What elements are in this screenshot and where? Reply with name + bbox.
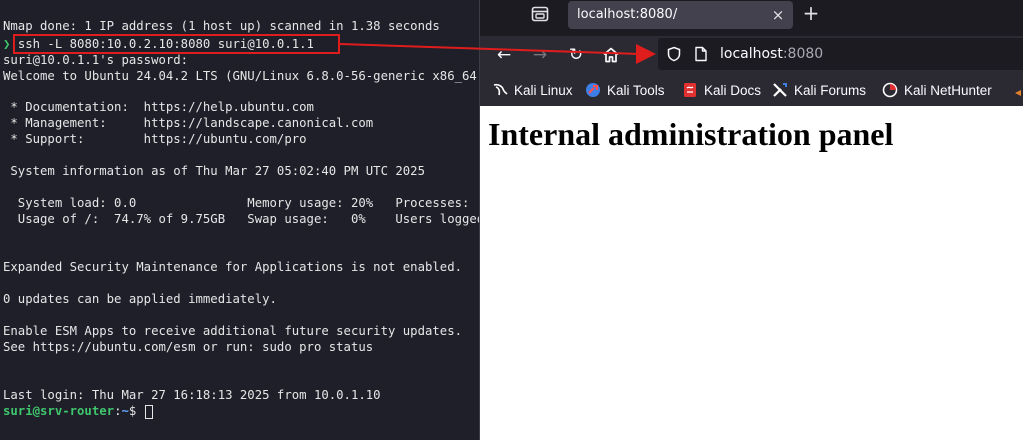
tab-localhost[interactable]: localhost:8080/ × — [568, 1, 793, 29]
kali-tools-icon — [586, 83, 600, 97]
bookmark-kali-linux[interactable]: Kali Linux — [492, 80, 573, 100]
bookmark-kali-tools[interactable]: Kali Tools — [585, 80, 665, 100]
terminal-cursor — [144, 404, 153, 419]
home-icon[interactable] — [599, 43, 623, 67]
close-tab-icon[interactable]: × — [769, 6, 787, 24]
terminal-window[interactable]: Nmap done: 1 IP address (1 host up) scan… — [0, 0, 479, 440]
prompt-path: ~ — [121, 404, 129, 418]
bookmark-label: Kali NetHunter — [904, 82, 992, 98]
reload-button[interactable]: ↻ — [564, 43, 588, 67]
forward-button[interactable]: → — [528, 43, 552, 67]
back-button[interactable]: ← — [492, 43, 516, 67]
terminal-line-sysinfo: System information as of Thu Mar 27 05:0… — [3, 164, 425, 178]
kali-forums-icon — [773, 83, 787, 97]
terminal-line-esm-maintenance: Expanded Security Maintenance for Applic… — [3, 260, 463, 274]
terminal-line-esm-url: See https://ubuntu.com/esm or run: sudo … — [3, 340, 374, 354]
kali-dragon-icon — [493, 83, 508, 96]
command-highlight-box — [13, 34, 340, 54]
tab-bar: localhost:8080/ × + — [480, 0, 1023, 36]
terminal-line-documentation: * Documentation: https://help.ubuntu.com — [3, 100, 314, 114]
terminal-line-last-login: Last login: Thu Mar 27 16:18:13 2025 fro… — [3, 388, 381, 402]
browser-window: localhost:8080/ × + ← → ↻ localhost:8080… — [480, 0, 1023, 440]
bookmark-label: Kali Tools — [607, 82, 665, 98]
kali-docs-icon — [684, 83, 696, 97]
bookmark-label: Kali Docs — [704, 82, 762, 98]
terminal-line-disk-usage: Usage of /: 74.7% of 9.75GB Swap usage: … — [3, 212, 479, 226]
address-bar[interactable]: localhost:8080 — [658, 38, 1023, 70]
tab-list-icon[interactable] — [528, 2, 552, 26]
prompt-dollar: $ — [128, 404, 144, 418]
terminal-line-support: * Support: https://ubuntu.com/pro — [3, 132, 307, 146]
bookmark-kali-nethunter[interactable]: Kali NetHunter — [882, 80, 992, 100]
url-host: localhost — [720, 46, 783, 62]
terminal-line-updates: 0 updates can be applied immediately. — [3, 292, 277, 306]
page-content: Internal administration panel — [480, 106, 1023, 440]
terminal-line-welcome: Welcome to Ubuntu 24.04.2 LTS (GNU/Linux… — [3, 69, 479, 83]
terminal-line-management: * Management: https://landscape.canonica… — [3, 116, 374, 130]
page-icon[interactable] — [694, 46, 708, 62]
navigation-toolbar: ← → ↻ localhost:8080 — [480, 36, 1023, 74]
bookmarks-bar: Kali Linux Kali Tools Kali Docs Kali For… — [480, 74, 1023, 106]
prompt-user-host: suri@srv-router — [3, 404, 115, 418]
bookmark-label: Kali Forums — [794, 82, 867, 98]
terminal-line-password: suri@10.0.1.1's password: — [3, 53, 189, 67]
terminal-line-system-load: System load: 0.0 Memory usage: 20% Proce… — [3, 196, 470, 210]
url-port: :8080 — [782, 46, 824, 62]
prompt-arrow-icon: ❯ — [3, 37, 11, 51]
kali-nethunter-icon — [882, 82, 898, 98]
terminal-line-nmap: Nmap done: 1 IP address (1 host up) scan… — [3, 19, 440, 33]
bookmark-kali-docs[interactable]: Kali Docs — [682, 80, 761, 100]
shield-icon[interactable] — [666, 46, 682, 62]
bookmark-kali-forums[interactable]: Kali Forums — [772, 80, 866, 100]
bookmark-overflow-icon[interactable] — [1013, 88, 1023, 98]
tab-title: localhost:8080/ — [577, 7, 678, 22]
bookmark-label: Kali Linux — [514, 82, 573, 98]
terminal-line-prompt[interactable]: suri@srv-router:~$ — [3, 403, 153, 419]
new-tab-button[interactable]: + — [800, 2, 822, 24]
terminal-line-esm-apps: Enable ESM Apps to receive additional fu… — [3, 324, 463, 338]
url-text: localhost:8080 — [720, 38, 823, 70]
page-title: Internal administration panel — [488, 116, 894, 152]
